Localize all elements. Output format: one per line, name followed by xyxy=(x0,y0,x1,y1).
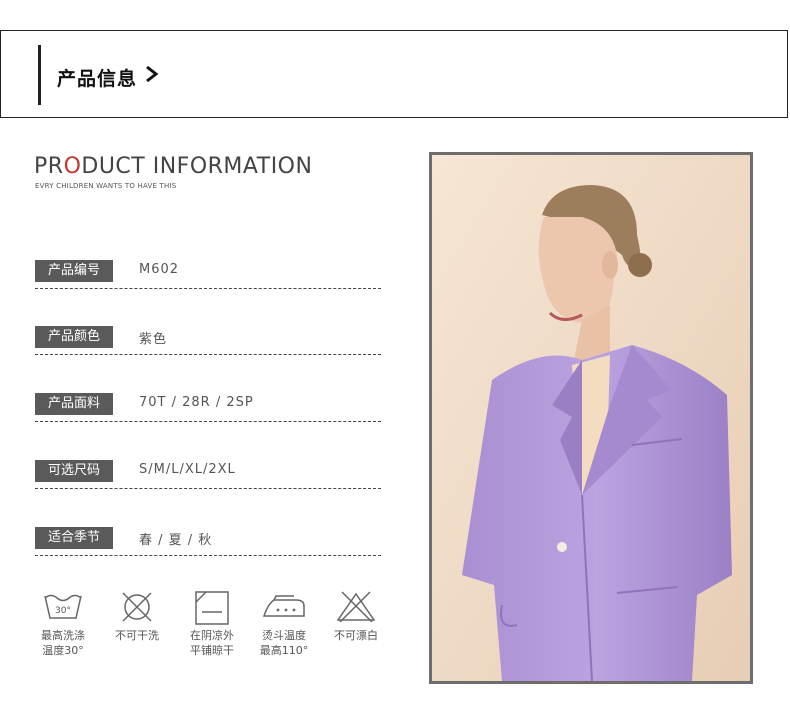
model-illustration xyxy=(432,155,750,681)
divider xyxy=(35,288,381,289)
spec-row-fabric: 产品面料 70T / 28R / 2SP xyxy=(35,393,381,427)
chevron-right-icon xyxy=(146,65,159,83)
wash-30-icon: 30° xyxy=(44,594,82,619)
section-title: 产品信息 xyxy=(57,68,138,90)
care-label: 最高110° xyxy=(259,644,309,657)
divider xyxy=(35,555,381,556)
no-bleach-icon xyxy=(336,591,376,622)
dry-flat-shade-icon xyxy=(195,591,229,625)
care-item-dry: 在阴凉外 平铺晾干 xyxy=(183,590,241,658)
svg-text:30°: 30° xyxy=(55,606,71,616)
care-label: 温度30° xyxy=(42,644,84,657)
spec-label: 可选尺码 xyxy=(35,460,113,482)
care-item-iron: 烫斗温度最高110° xyxy=(255,590,313,658)
product-information-heading: PRODUCT INFORMATION xyxy=(34,154,313,179)
spec-value: 70T / 28R / 2SP xyxy=(139,395,254,410)
spec-label: 适合季节 xyxy=(35,527,113,549)
iron-icon xyxy=(262,595,305,617)
care-item-bleach: 不可漂白 xyxy=(327,590,385,643)
product-photo xyxy=(429,152,753,684)
divider xyxy=(35,354,381,355)
no-dry-clean-icon xyxy=(122,592,152,622)
care-item-dryclean: 不可干洗 xyxy=(108,590,166,643)
spec-row-code: 产品编号 M602 xyxy=(35,260,381,294)
care-item-wash: 30° 最高洗涤温度30° xyxy=(34,590,92,658)
spec-label: 产品编号 xyxy=(35,260,113,282)
spec-value: M602 xyxy=(139,262,180,277)
spec-row-season: 适合季节 春 / 夏 / 秋 xyxy=(35,527,381,561)
care-label: 在阴凉外 xyxy=(190,629,234,642)
care-label: 最高洗涤 xyxy=(41,629,85,642)
header-accent-bar xyxy=(38,45,41,105)
spec-row-size: 可选尺码 S/M/L/XL/2XL xyxy=(35,460,381,494)
spec-value: 春 / 夏 / 秋 xyxy=(139,533,213,548)
product-subtitle: EVRY CHILDREN WANTS TO HAVE THIS xyxy=(35,182,177,190)
divider xyxy=(35,421,381,422)
care-label: 烫斗温度 xyxy=(262,629,306,642)
care-label: 平铺晾干 xyxy=(190,644,234,657)
spec-label: 产品面料 xyxy=(35,393,113,415)
care-label: 不可干洗 xyxy=(115,629,159,642)
spec-value: 紫色 xyxy=(139,332,168,347)
divider xyxy=(35,488,381,489)
spec-row-color: 产品颜色 紫色 xyxy=(35,326,381,360)
section-header: 产品信息 xyxy=(0,30,788,118)
care-label: 不可漂白 xyxy=(334,629,378,642)
spec-label: 产品颜色 xyxy=(35,326,113,348)
spec-value: S/M/L/XL/2XL xyxy=(139,462,236,477)
